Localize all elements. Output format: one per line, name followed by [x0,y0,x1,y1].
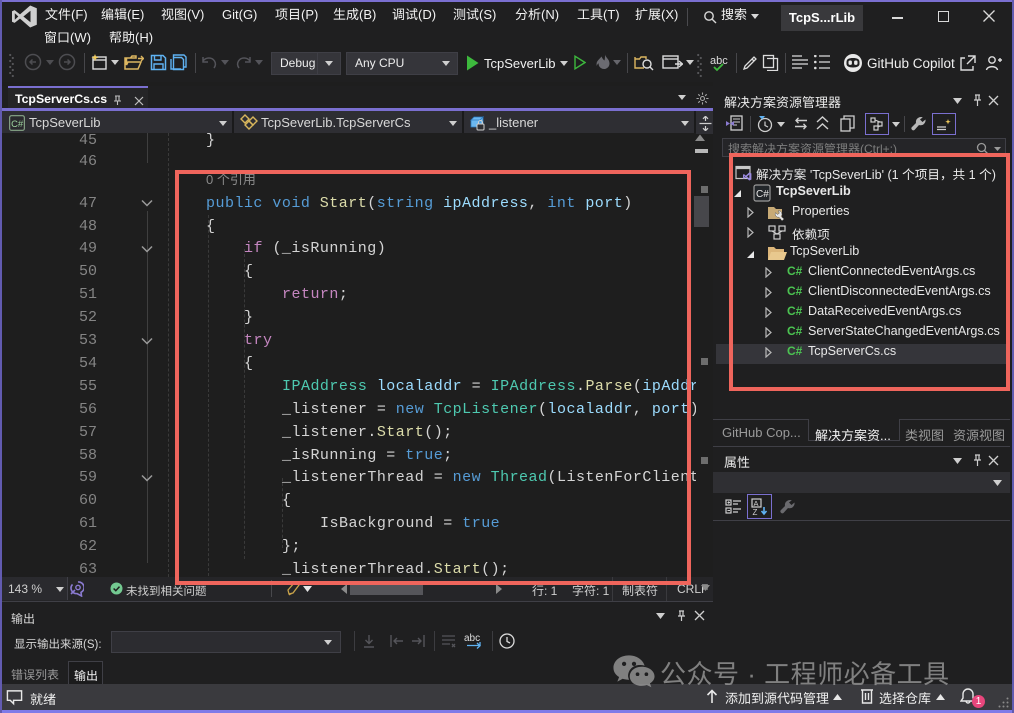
svg-text:abc: abc [464,633,480,644]
svg-text:A: A [754,499,759,508]
svg-text:Z: Z [753,508,758,516]
svg-text:C#: C# [11,118,24,129]
svg-text:abc: abc [710,55,728,67]
